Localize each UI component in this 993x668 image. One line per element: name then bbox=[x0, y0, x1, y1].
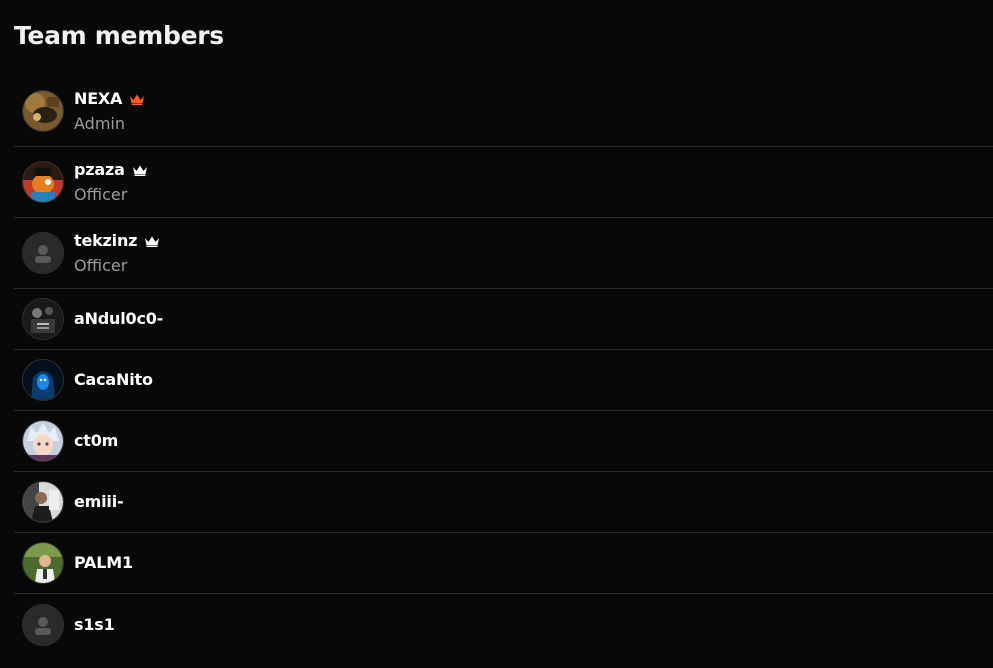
member-row-pzaza[interactable]: pzaza Officer bbox=[14, 147, 993, 218]
avatar[interactable] bbox=[23, 162, 63, 202]
member-name[interactable]: s1s1 bbox=[74, 615, 115, 635]
member-name[interactable]: CacaNito bbox=[74, 370, 153, 390]
member-info: pzaza Officer bbox=[74, 160, 148, 205]
member-info: PALM1 bbox=[74, 553, 133, 573]
member-role: Admin bbox=[74, 113, 125, 133]
member-row-andul0c0[interactable]: aNdul0c0- bbox=[14, 289, 993, 350]
member-info: NEXA Admin bbox=[74, 89, 145, 134]
member-row-nexa[interactable]: NEXA Admin bbox=[14, 76, 993, 147]
member-name[interactable]: ct0m bbox=[74, 431, 118, 451]
member-row-tekzinz[interactable]: tekzinz Officer bbox=[14, 218, 993, 289]
member-name[interactable]: emiii- bbox=[74, 492, 124, 512]
crown-icon bbox=[144, 235, 160, 247]
avatar[interactable] bbox=[23, 482, 63, 522]
member-name[interactable]: NEXA bbox=[74, 89, 122, 109]
avatar[interactable] bbox=[23, 360, 63, 400]
member-row-ct0m[interactable]: ct0m bbox=[14, 411, 993, 472]
member-info: CacaNito bbox=[74, 370, 153, 390]
member-name[interactable]: pzaza bbox=[74, 160, 125, 180]
member-info: ct0m bbox=[74, 431, 118, 451]
crown-icon bbox=[132, 164, 148, 176]
team-members-panel: Team members NEXA Admin pzaza Officer te… bbox=[0, 0, 993, 668]
member-role: Officer bbox=[74, 255, 128, 275]
avatar[interactable] bbox=[23, 543, 63, 583]
member-row-s1s1[interactable]: s1s1 bbox=[14, 594, 993, 655]
member-info: tekzinz Officer bbox=[74, 231, 160, 276]
member-role: Officer bbox=[74, 184, 128, 204]
member-row-emiii[interactable]: emiii- bbox=[14, 472, 993, 533]
member-info: s1s1 bbox=[74, 615, 115, 635]
avatar[interactable] bbox=[23, 421, 63, 461]
member-row-cacanito[interactable]: CacaNito bbox=[14, 350, 993, 411]
member-name[interactable]: tekzinz bbox=[74, 231, 137, 251]
team-member-list: NEXA Admin pzaza Officer tekzinz Officer… bbox=[14, 76, 993, 655]
member-name[interactable]: PALM1 bbox=[74, 553, 133, 573]
avatar[interactable] bbox=[23, 604, 63, 645]
crown-icon bbox=[129, 93, 145, 105]
avatar[interactable] bbox=[23, 233, 63, 273]
member-row-palm1[interactable]: PALM1 bbox=[14, 533, 993, 594]
avatar[interactable] bbox=[23, 91, 63, 131]
member-name[interactable]: aNdul0c0- bbox=[74, 309, 163, 329]
member-info: emiii- bbox=[74, 492, 124, 512]
avatar[interactable] bbox=[23, 299, 63, 339]
page-title: Team members bbox=[14, 21, 224, 50]
member-info: aNdul0c0- bbox=[74, 309, 163, 329]
